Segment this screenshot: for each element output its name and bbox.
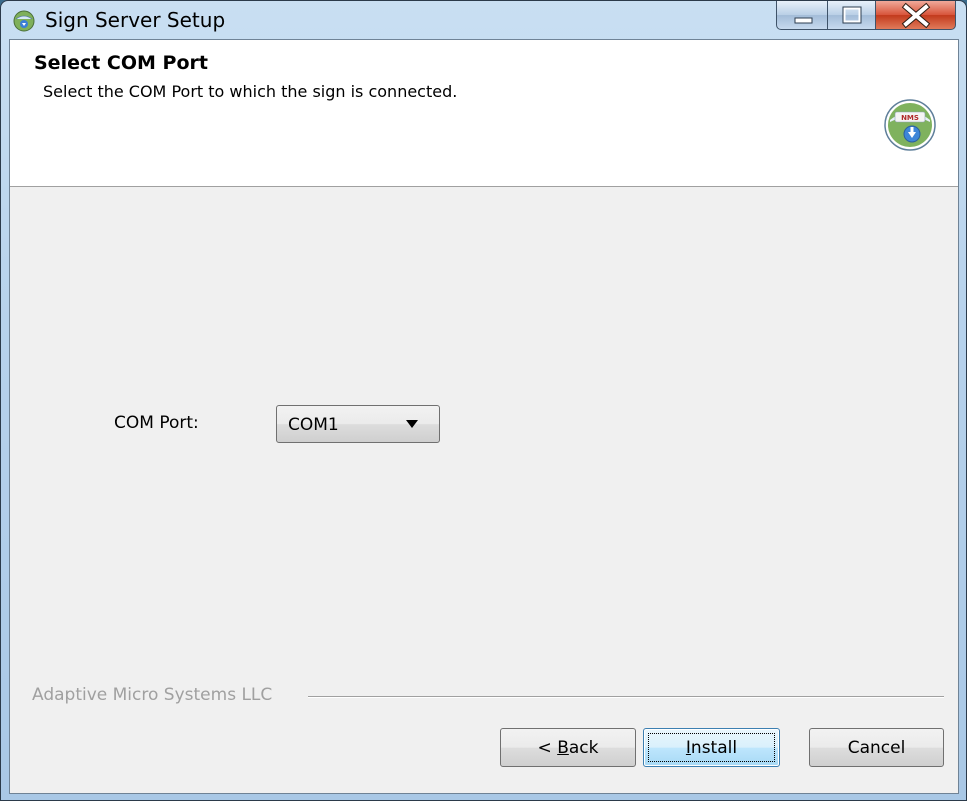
setup-window: Sign Server Setup Select COM Port Select… [0,0,967,801]
com-port-value: COM1 [288,415,339,435]
page-subtitle: Select the COM Port to which the sign is… [43,82,458,101]
window-title: Sign Server Setup [45,8,226,32]
close-button[interactable] [876,1,956,30]
chevron-down-icon [406,420,418,428]
footer-brand-text: Adaptive Micro Systems LLC [32,685,273,705]
footer-divider [308,696,944,698]
maximize-icon [842,6,862,24]
installer-logo-icon: NMS [884,99,936,151]
wizard-client-area: Select COM Port Select the COM Port to w… [9,39,959,794]
minimize-button[interactable] [776,1,828,30]
close-icon [901,2,931,29]
installer-logo-text: NMS [901,114,919,122]
focus-rectangle [648,733,775,762]
back-button-label: ack [568,737,599,758]
back-button-prefix: < [537,737,558,758]
back-button-mnemonic: B [557,737,569,758]
page-title: Select COM Port [34,52,208,74]
cancel-button-label: Cancel [847,737,906,758]
back-button[interactable]: < Back [500,728,636,767]
setup-globe-icon [13,10,35,32]
caption-buttons [776,1,956,31]
com-port-label: COM Port: [114,413,199,433]
cancel-button[interactable]: Cancel [809,728,944,767]
maximize-button[interactable] [828,1,876,30]
title-bar[interactable]: Sign Server Setup [1,1,966,39]
minimize-icon [794,17,813,24]
com-port-select[interactable]: COM1 [276,405,440,443]
wizard-header-banner: Select COM Port Select the COM Port to w… [10,40,958,187]
install-button[interactable]: Install [643,728,780,767]
